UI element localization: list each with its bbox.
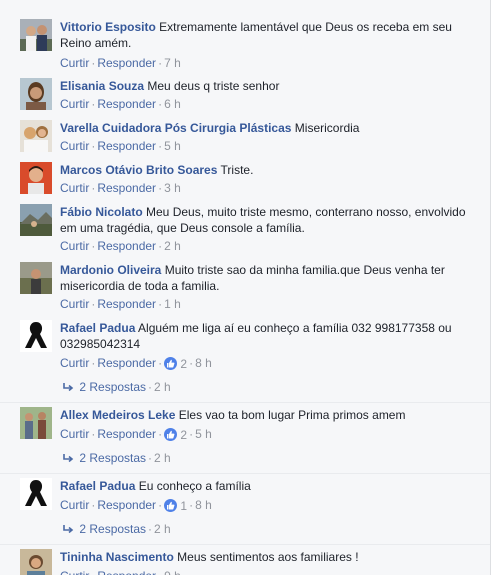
avatar[interactable]	[20, 120, 52, 152]
divider	[0, 544, 490, 545]
reply-link[interactable]: Responder	[97, 239, 156, 253]
comment-body: Elisania Souza Meu deus q triste senhor	[60, 78, 480, 94]
reply-link[interactable]: Responder	[97, 356, 156, 370]
like-icon	[164, 356, 178, 370]
like-link[interactable]: Curtir	[60, 427, 89, 441]
avatar[interactable]	[20, 78, 52, 110]
like-link[interactable]: Curtir	[60, 56, 89, 70]
comment-time[interactable]: 6 h	[164, 97, 181, 111]
reply-arrow-icon	[62, 522, 76, 538]
like-link[interactable]: Curtir	[60, 569, 89, 575]
avatar[interactable]	[20, 19, 52, 51]
like-link[interactable]: Curtir	[60, 297, 89, 311]
comment-author[interactable]: Elisania Souza	[60, 79, 144, 93]
comment-author[interactable]: Mardonio Oliveira	[60, 263, 161, 277]
divider	[0, 473, 490, 474]
avatar[interactable]	[20, 204, 52, 236]
comment-time[interactable]: 1 h	[164, 297, 181, 311]
reply-arrow-icon	[62, 451, 76, 467]
comment-body: Mardonio Oliveira Muito triste sao da mi…	[60, 262, 480, 294]
replies-count[interactable]: 2 Respostas	[79, 522, 146, 536]
like-link[interactable]: Curtir	[60, 139, 89, 153]
replies-count[interactable]: 2 Respostas	[79, 451, 146, 465]
avatar[interactable]	[20, 162, 52, 194]
comment-time[interactable]: 9 h	[164, 569, 181, 575]
replies-link[interactable]: 2 Respostas · 2 h	[62, 450, 171, 467]
avatar[interactable]	[20, 407, 52, 439]
comment-text: Meu deus q triste senhor	[147, 79, 280, 93]
comment-text: Eu conheço a família	[138, 479, 251, 493]
comment-time[interactable]: 8 h	[195, 356, 212, 370]
comment-time[interactable]: 3 h	[164, 181, 181, 195]
comment-author[interactable]: Varella Cuidadora Pós Cirurgia Plásticas	[60, 121, 291, 135]
comment-author[interactable]: Vittorio Esposito	[60, 20, 156, 34]
like-link[interactable]: Curtir	[60, 97, 89, 111]
comment-time[interactable]: 5 h	[195, 427, 212, 441]
like-link[interactable]: Curtir	[60, 239, 89, 253]
like-link[interactable]: Curtir	[60, 356, 89, 370]
reply-arrow-icon	[62, 380, 76, 396]
replies-time: 2 h	[154, 451, 171, 465]
comment-actions: Curtir · Responder · 1 h	[60, 297, 181, 311]
comment-author[interactable]: Fábio Nicolato	[60, 205, 143, 219]
reply-link[interactable]: Responder	[97, 56, 156, 70]
comment-actions: Curtir · Responder · 6 h	[60, 97, 181, 111]
reply-link[interactable]: Responder	[97, 427, 156, 441]
avatar[interactable]	[20, 262, 52, 294]
replies-time: 2 h	[154, 522, 171, 536]
comment-actions: Curtir · Responder · 3 h	[60, 181, 181, 195]
comment-body: Varella Cuidadora Pós Cirurgia Plásticas…	[60, 120, 480, 136]
reply-link[interactable]: Responder	[97, 139, 156, 153]
comment-actions: Curtir · Responder · 2 h	[60, 239, 181, 253]
comment-author[interactable]: Rafael Padua	[60, 479, 135, 493]
avatar[interactable]	[20, 478, 52, 510]
reply-link[interactable]: Responder	[97, 569, 156, 575]
like-count[interactable]: 2	[164, 356, 187, 372]
comment-time[interactable]: 2 h	[164, 239, 181, 253]
comment-text: Eles vao ta bom lugar Prima primos amem	[178, 408, 406, 422]
comment-time[interactable]: 5 h	[164, 139, 181, 153]
like-count[interactable]: 1	[164, 498, 187, 514]
comment-actions: Curtir · Responder · 1 · 8 h	[60, 498, 212, 514]
replies-count[interactable]: 2 Respostas	[79, 380, 146, 394]
comment-body: Marcos Otávio Brito Soares Triste.	[60, 162, 480, 178]
comment-actions: Curtir · Responder · 5 h	[60, 139, 181, 153]
comment-text: Triste.	[220, 163, 254, 177]
divider	[0, 402, 490, 403]
comment-time[interactable]: 7 h	[164, 56, 181, 70]
like-icon	[164, 498, 178, 512]
reply-link[interactable]: Responder	[97, 297, 156, 311]
comment-actions: Curtir · Responder · 2 · 8 h	[60, 356, 212, 372]
comment-author[interactable]: Rafael Padua	[60, 321, 135, 335]
comment-author[interactable]: Tininha Nascimento	[60, 550, 174, 564]
comment-body: Rafael Padua Alguém me liga aí eu conheç…	[60, 320, 480, 352]
comment-actions: Curtir · Responder · 7 h	[60, 56, 181, 70]
like-link[interactable]: Curtir	[60, 498, 89, 512]
avatar[interactable]	[20, 320, 52, 352]
comment-body: Allex Medeiros Leke Eles vao ta bom luga…	[60, 407, 480, 423]
comment-actions: Curtir · Responder · 2 · 5 h	[60, 427, 212, 443]
avatar[interactable]	[20, 549, 52, 575]
like-link[interactable]: Curtir	[60, 181, 89, 195]
comment-body: Vittorio Esposito Extremamente lamentáve…	[60, 19, 480, 51]
replies-time: 2 h	[154, 380, 171, 394]
comment-text: Misericordia	[294, 121, 360, 135]
comment-author[interactable]: Marcos Otávio Brito Soares	[60, 163, 217, 177]
comment-author[interactable]: Allex Medeiros Leke	[60, 408, 175, 422]
comment-body: Fábio Nicolato Meu Deus, muito triste me…	[60, 204, 480, 236]
comment-body: Tininha Nascimento Meus sentimentos aos …	[60, 549, 480, 565]
comment-actions: Curtir·Responder·9 h	[60, 568, 181, 575]
comment-body: Rafael Padua Eu conheço a família	[60, 478, 480, 494]
reply-link[interactable]: Responder	[97, 498, 156, 512]
comment-time[interactable]: 8 h	[195, 498, 212, 512]
comment-text: Meus sentimentos aos familiares !	[177, 550, 359, 564]
like-count[interactable]: 2	[164, 427, 187, 443]
comments-panel: Vittorio Esposito Extremamente lamentáve…	[0, 0, 491, 575]
replies-link[interactable]: 2 Respostas · 2 h	[62, 379, 171, 396]
like-icon	[164, 427, 178, 441]
replies-link[interactable]: 2 Respostas · 2 h	[62, 521, 171, 538]
reply-link[interactable]: Responder	[97, 181, 156, 195]
reply-link[interactable]: Responder	[97, 97, 156, 111]
